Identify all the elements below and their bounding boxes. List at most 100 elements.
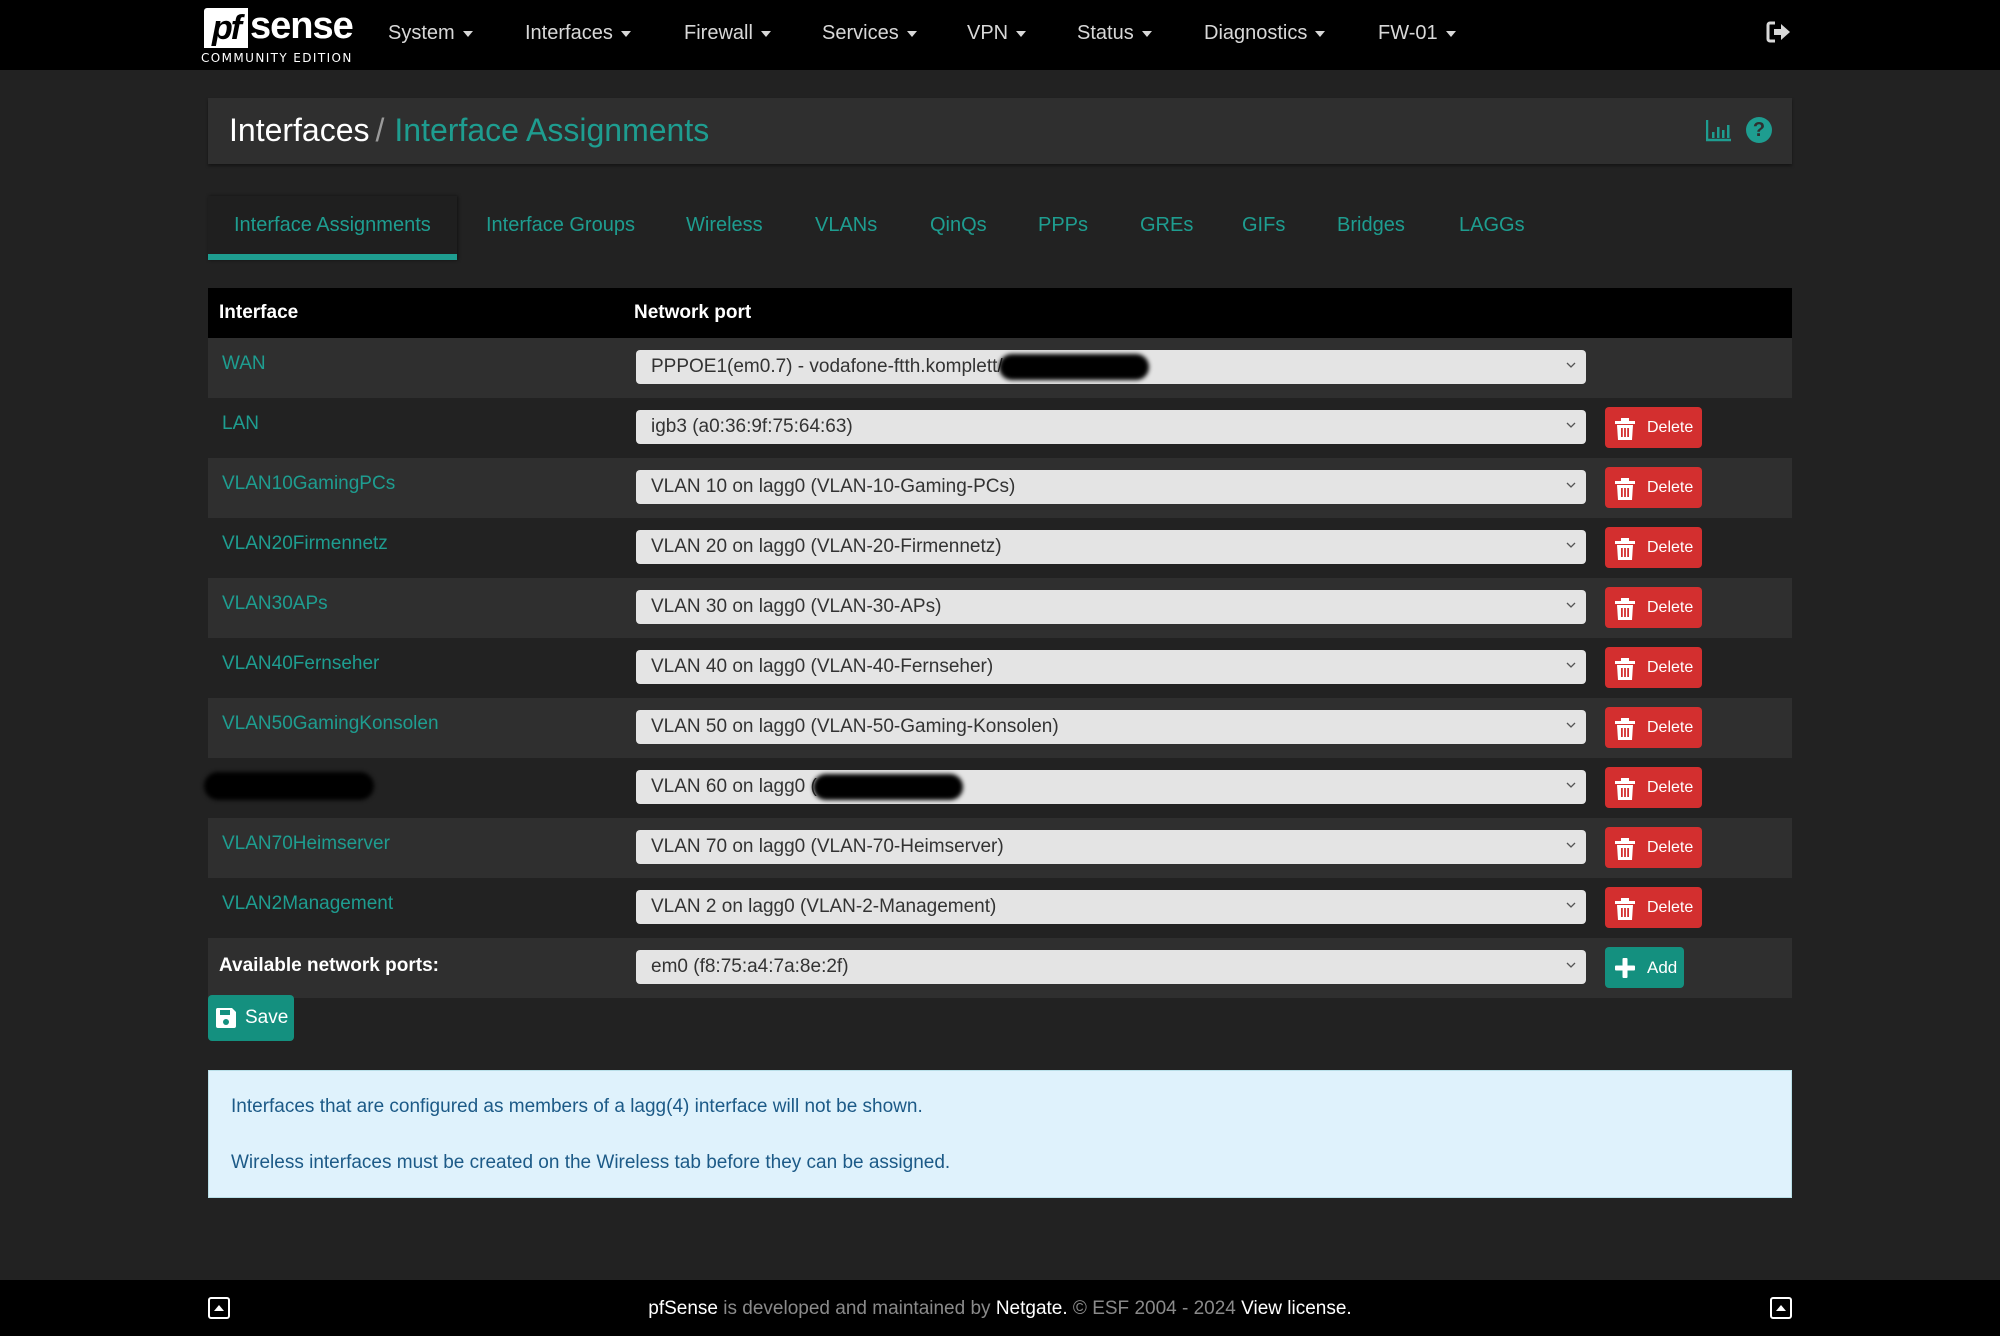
tab-interface-groups[interactable]: Interface Groups xyxy=(486,196,635,260)
interface-link[interactable]: LAN xyxy=(222,412,259,436)
nav-menu-status[interactable]: Status xyxy=(1077,20,1152,46)
select-value: em0 (f8:75:a4:7a:8e:2f) xyxy=(651,956,849,977)
delete-button[interactable]: Delete xyxy=(1605,887,1702,928)
network-port-select[interactable]: VLAN 40 on lagg0 (VLAN-40-Fernseher) xyxy=(636,650,1586,684)
delete-button[interactable]: Delete xyxy=(1605,767,1702,808)
interface-link[interactable]: VLAN2Management xyxy=(222,892,393,916)
chevron-down-icon xyxy=(1566,902,1576,908)
nav-menu-services[interactable]: Services xyxy=(822,20,917,46)
interface-link[interactable]: VLAN70Heimserver xyxy=(222,832,390,856)
network-port-select[interactable]: VLAN 2 on lagg0 (VLAN-2-Management) xyxy=(636,890,1586,924)
interface-link-redacted[interactable] xyxy=(204,772,374,800)
breadcrumb-parent[interactable]: Interfaces xyxy=(229,112,370,148)
delete-label: Delete xyxy=(1647,779,1694,796)
trash-icon xyxy=(1615,776,1635,800)
interface-link[interactable]: VLAN30APs xyxy=(222,592,328,616)
trash-icon xyxy=(1615,836,1635,860)
select-value: VLAN 70 on lagg0 (VLAN-70-Heimserver) xyxy=(651,836,1004,857)
breadcrumb-current[interactable]: Interface Assignments xyxy=(394,112,709,148)
interface-link[interactable]: VLAN50GamingKonsolen xyxy=(222,712,439,736)
interface-link[interactable]: VLAN10GamingPCs xyxy=(222,472,395,496)
tab-gifs[interactable]: GIFs xyxy=(1242,196,1285,260)
tab-wireless[interactable]: Wireless xyxy=(686,196,763,260)
save-label: Save xyxy=(245,1007,289,1028)
nav-label: VPN xyxy=(967,22,1009,44)
nav-menu-system[interactable]: System xyxy=(388,20,473,46)
delete-label: Delete xyxy=(1647,659,1694,676)
interface-link[interactable]: WAN xyxy=(222,352,266,376)
nav-menu-interfaces[interactable]: Interfaces xyxy=(525,20,631,46)
caret-down-icon xyxy=(760,30,771,37)
chevron-down-icon xyxy=(1566,662,1576,668)
nav-menu-diagnostics[interactable]: Diagnostics xyxy=(1204,20,1326,46)
select-value: VLAN 20 on lagg0 (VLAN-20-Firmennetz) xyxy=(651,536,1002,557)
save-button[interactable]: Save xyxy=(208,995,294,1041)
breadcrumb-separator: / xyxy=(375,112,385,148)
tab-laggs[interactable]: LAGGs xyxy=(1459,196,1525,260)
sign-out-icon[interactable] xyxy=(1766,20,1792,44)
select-value: VLAN 2 on lagg0 (VLAN-2-Management) xyxy=(651,896,997,917)
available-ports-label: Available network ports: xyxy=(219,955,439,976)
add-label: Add xyxy=(1647,958,1678,977)
select-value: VLAN 30 on lagg0 (VLAN-30-APs) xyxy=(651,596,942,617)
delete-button[interactable]: Delete xyxy=(1605,467,1702,508)
bar-chart-icon[interactable] xyxy=(1706,120,1732,142)
delete-button[interactable]: Delete xyxy=(1605,527,1702,568)
table-row: VLAN20Firmennetz VLAN 20 on lagg0 (VLAN-2… xyxy=(208,518,1792,578)
scroll-top-right-icon[interactable] xyxy=(1770,1297,1792,1319)
tab-ppps[interactable]: PPPs xyxy=(1038,196,1088,260)
caret-down-icon xyxy=(462,30,473,37)
tab-gres[interactable]: GREs xyxy=(1140,196,1193,260)
network-port-select[interactable]: VLAN 60 on lagg0 ( xyxy=(636,770,1586,804)
help-icon[interactable]: ? xyxy=(1746,117,1772,143)
chevron-down-icon xyxy=(1566,422,1576,428)
tab-vlans[interactable]: VLANs xyxy=(815,196,877,260)
logo-edition: COMMUNITY EDITION xyxy=(201,51,353,65)
tab-bridges[interactable]: Bridges xyxy=(1337,196,1405,260)
interface-link[interactable]: VLAN20Firmennetz xyxy=(222,532,388,556)
network-port-select[interactable]: VLAN 10 on lagg0 (VLAN-10-Gaming-PCs) xyxy=(636,470,1586,504)
delete-button[interactable]: Delete xyxy=(1605,827,1702,868)
delete-label: Delete xyxy=(1647,419,1694,436)
table-header: Interface Network port xyxy=(208,288,1792,338)
chevron-down-icon xyxy=(1566,542,1576,548)
tab-interface-assignments[interactable]: Interface Assignments xyxy=(208,196,457,260)
nav-menu-firewall[interactable]: Firewall xyxy=(684,20,771,46)
chevron-down-icon xyxy=(1566,962,1576,968)
network-port-select[interactable]: VLAN 30 on lagg0 (VLAN-30-APs) xyxy=(636,590,1586,624)
delete-button[interactable]: Delete xyxy=(1605,587,1702,628)
nav-menu-fw01[interactable]: FW-01 xyxy=(1378,20,1456,46)
caret-down-icon xyxy=(1141,30,1152,37)
caret-down-icon xyxy=(1315,30,1326,37)
delete-label: Delete xyxy=(1647,719,1694,736)
select-value: PPPOE1(em0.7) - vodafone-ftth.komplett/ xyxy=(651,356,1003,377)
nav-menu-vpn[interactable]: VPN xyxy=(967,20,1027,46)
table-row: VLAN40Fernseher VLAN 40 on lagg0 (VLAN-40… xyxy=(208,638,1792,698)
network-port-select[interactable]: VLAN 20 on lagg0 (VLAN-20-Firmennetz) xyxy=(636,530,1586,564)
logo-sense: sense xyxy=(250,5,354,47)
available-port-select[interactable]: em0 (f8:75:a4:7a:8e:2f) xyxy=(636,950,1586,984)
delete-button[interactable]: Delete xyxy=(1605,407,1702,448)
nav-label: Diagnostics xyxy=(1204,22,1308,44)
network-port-select[interactable]: VLAN 50 on lagg0 (VLAN-50-Gaming-Konsole… xyxy=(636,710,1586,744)
delete-button[interactable]: Delete xyxy=(1605,707,1702,748)
table-row: LAN igb3 (a0:36:9f:75:64:63) Delete xyxy=(208,398,1792,458)
select-value: igb3 (a0:36:9f:75:64:63) xyxy=(651,416,853,437)
chevron-down-icon xyxy=(1566,722,1576,728)
network-port-select[interactable]: VLAN 70 on lagg0 (VLAN-70-Heimserver) xyxy=(636,830,1586,864)
column-header-interface: Interface xyxy=(219,302,299,323)
pfsense-logo[interactable]: pf sense COMMUNITY EDITION xyxy=(201,5,354,65)
network-port-select[interactable]: igb3 (a0:36:9f:75:64:63) xyxy=(636,410,1586,444)
nav-label: Firewall xyxy=(684,22,753,44)
caret-down-icon xyxy=(1016,30,1027,37)
interface-link[interactable]: VLAN40Fernseher xyxy=(222,652,379,676)
interface-assignments-table: Interface Network port WAN PPPOE1(em0.7) … xyxy=(204,288,1792,998)
add-button[interactable]: Add xyxy=(1605,947,1684,988)
tab-qinqs[interactable]: QinQs xyxy=(930,196,987,260)
footer-license-link[interactable]: View license. xyxy=(1241,1298,1352,1319)
footer-netgate-link[interactable]: Netgate. xyxy=(996,1298,1068,1319)
network-port-select[interactable]: PPPOE1(em0.7) - vodafone-ftth.komplett/ xyxy=(636,350,1586,384)
redaction-mark xyxy=(812,773,963,800)
delete-button[interactable]: Delete xyxy=(1605,647,1702,688)
footer-brand-link[interactable]: pfSense xyxy=(648,1298,718,1319)
